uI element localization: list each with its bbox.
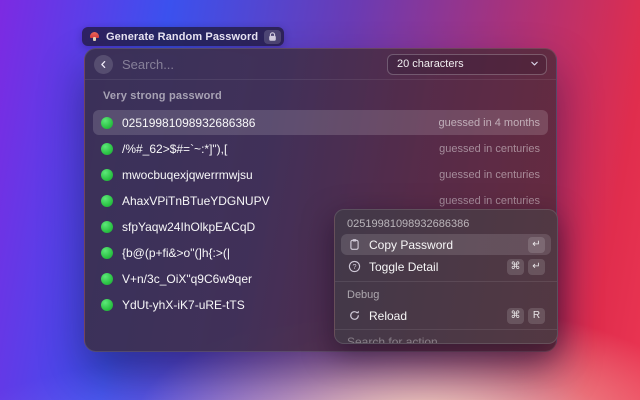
password-strength-dot: [101, 298, 113, 311]
chevron-left-icon: [99, 57, 108, 72]
search-input[interactable]: [122, 56, 378, 72]
command-chip-label: Generate Random Password: [106, 30, 259, 43]
password-accessory: guessed in centuries: [439, 194, 540, 207]
action-panel-title: 02519981098932686386: [347, 218, 470, 230]
chevron-down-icon: [530, 55, 539, 73]
action-item-label: Reload: [369, 308, 408, 323]
divider: [335, 281, 557, 282]
password-strength-dot: [101, 246, 113, 259]
action-item[interactable]: Reload ⌘ R: [341, 305, 551, 326]
password-strength-dot: [101, 142, 113, 155]
password-accessory: guessed in 4 months: [438, 116, 540, 129]
navbar: 20 characters: [85, 49, 556, 80]
password-row[interactable]: 02519981098932686386 guessed in 4 months: [93, 110, 548, 135]
action-items: Copy Password ↵? Toggle Detail ⌘ ↵: [335, 234, 557, 277]
password-text: sfpYaqw24IhOlkpEACqD: [122, 219, 256, 234]
character-count-dropdown[interactable]: 20 characters: [387, 53, 547, 75]
dropdown-value: 20 characters: [397, 58, 464, 70]
action-search-input[interactable]: [335, 330, 557, 343]
reload-icon: [347, 309, 361, 322]
keycap: ↵: [528, 236, 545, 253]
password-text: mwocbuqexjqwerrmwjsu: [122, 167, 253, 182]
back-button[interactable]: [94, 54, 113, 74]
action-item[interactable]: Copy Password ↵: [341, 234, 551, 255]
shortcut-keys: ↵: [528, 236, 545, 253]
password-strength-dot: [101, 220, 113, 233]
command-chip[interactable]: Generate Random Password: [82, 27, 285, 46]
password-strength-dot: [101, 116, 113, 129]
panel-section-label: Debug: [347, 289, 380, 301]
keycap: ⌘: [507, 258, 524, 275]
toggle-detail-icon: ?: [347, 260, 361, 273]
lock-icon: [264, 29, 282, 44]
action-panel: 02519981098932686386 Copy Password ↵? Togg…: [334, 209, 558, 344]
password-row[interactable]: /%#_62>$#=`~:*]"),[ guessed in centuries: [93, 136, 548, 161]
action-item-label: Copy Password: [369, 237, 454, 252]
password-strength-dot: [101, 272, 113, 285]
svg-text:?: ?: [352, 262, 356, 271]
password-accessory: guessed in centuries: [439, 142, 540, 155]
keycap: ⌘: [507, 307, 524, 324]
shortcut-keys: ⌘ R: [507, 307, 545, 324]
password-strength-dot: [101, 194, 113, 207]
password-accessory: guessed in centuries: [439, 168, 540, 181]
keycap: R: [528, 307, 545, 324]
debug-action-items: Reload ⌘ R: [335, 305, 557, 326]
password-text: AhaxVPiTnBTueYDGNUPV: [122, 193, 270, 208]
password-text: YdUt-yhX-iK7-uRE-tTS: [122, 297, 245, 312]
password-text: /%#_62>$#=`~:*]"),[: [122, 141, 228, 156]
action-search: [335, 329, 557, 343]
action-item-label: Toggle Detail: [369, 259, 439, 274]
keycap: ↵: [528, 258, 545, 275]
clipboard-icon: [347, 238, 361, 251]
password-text: V+n/3c_OiX"q9C6w9qer: [122, 271, 253, 286]
action-item[interactable]: ? Toggle Detail ⌘ ↵: [341, 256, 551, 277]
password-row[interactable]: mwocbuqexjqwerrmwjsu guessed in centuries: [93, 162, 548, 187]
password-extension-icon: [89, 31, 100, 42]
password-text: 02519981098932686386: [122, 115, 256, 130]
password-strength-dot: [101, 168, 113, 181]
password-text: {b@(p+fi&>o"(]h{:>(|: [122, 245, 230, 260]
shortcut-keys: ⌘ ↵: [507, 258, 545, 275]
section-title: Very strong password: [103, 90, 222, 102]
